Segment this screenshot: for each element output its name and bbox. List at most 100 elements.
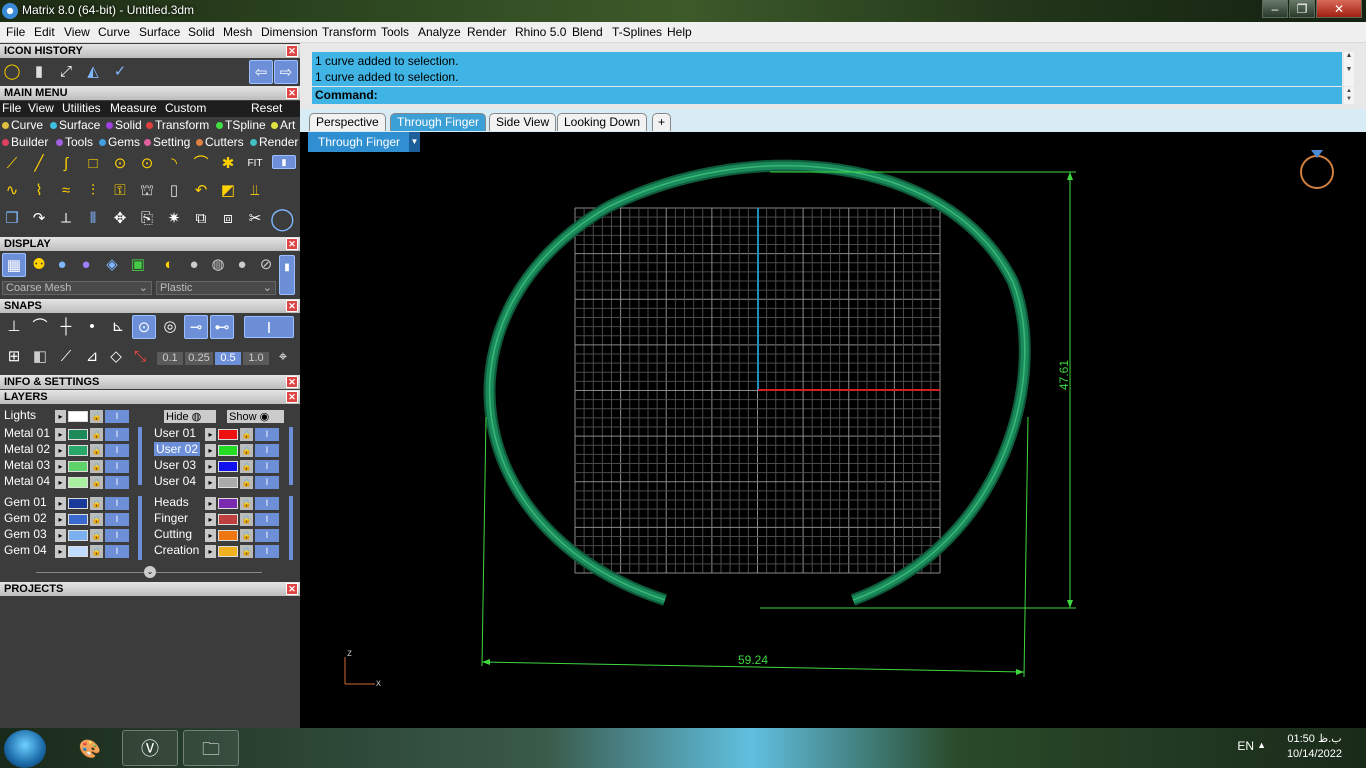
layer-controls[interactable]: ▸ 🔒 Ⅰ bbox=[205, 476, 285, 489]
layer-label[interactable]: Metal 03 bbox=[4, 458, 50, 472]
expand-icon[interactable]: ⌄ bbox=[144, 566, 156, 578]
history-back-icon[interactable]: ⇦ bbox=[249, 60, 273, 84]
snap-point-icon[interactable]: ┼ bbox=[54, 315, 78, 339]
snap-end-icon[interactable]: ⊥ bbox=[2, 315, 26, 339]
category-gems[interactable]: Gems bbox=[99, 135, 140, 149]
project-icon[interactable]: ◩ bbox=[216, 179, 240, 203]
category-render[interactable]: Render bbox=[250, 135, 298, 149]
ring-icon[interactable]: ◯ bbox=[270, 207, 295, 231]
category-builder[interactable]: Builder bbox=[2, 135, 48, 149]
explorer-app-icon[interactable]: 🗀 bbox=[183, 730, 239, 766]
blend-icon[interactable]: ⫶ bbox=[81, 179, 105, 203]
checkmark-icon[interactable]: ✓ bbox=[108, 60, 132, 84]
pen-icon[interactable]: ⟋ bbox=[54, 345, 78, 369]
env-icon[interactable]: ◈ bbox=[100, 253, 124, 277]
close-icon[interactable]: ✕ bbox=[286, 391, 298, 403]
circle-icon[interactable]: ◯ bbox=[0, 60, 24, 84]
gear-icon[interactable]: ✱ bbox=[216, 152, 240, 176]
history-scrollbar[interactable]: ▲ ▼ bbox=[1344, 52, 1354, 86]
ellipse-icon[interactable]: ⊙ bbox=[135, 152, 159, 176]
menu-dimension[interactable]: Dimension bbox=[261, 25, 318, 39]
chrome-material-icon[interactable]: ◍ bbox=[206, 253, 230, 277]
snap-perp-icon[interactable]: ⊾ bbox=[106, 315, 130, 339]
tab-side-view[interactable]: Side View bbox=[489, 113, 557, 131]
layer-controls[interactable]: ▸ 🔒 Ⅰ bbox=[205, 545, 285, 558]
paint-app-icon[interactable]: 🎨 bbox=[62, 730, 118, 766]
boxes-icon[interactable]: ❒ bbox=[0, 207, 24, 231]
page-icon[interactable]: ▮ bbox=[27, 60, 51, 84]
fit-icon[interactable]: FIT bbox=[243, 152, 267, 176]
shaded-icon[interactable]: ● bbox=[50, 253, 74, 277]
snap-value-3[interactable]: 1.0 bbox=[243, 352, 269, 365]
clock[interactable]: 01:50 ب.ظ 10/14/2022 bbox=[1287, 732, 1342, 762]
menu-mesh[interactable]: Mesh bbox=[223, 25, 252, 39]
layer-controls[interactable]: ▸ 🔒 Ⅰ bbox=[55, 545, 135, 558]
show-button[interactable]: Show ◉ bbox=[227, 410, 284, 423]
maximize-button[interactable]: ❐ bbox=[1289, 0, 1315, 18]
category-transform[interactable]: Transform bbox=[146, 118, 209, 132]
main-menu-custom[interactable]: Custom bbox=[165, 101, 206, 115]
explode-icon[interactable]: ✷ bbox=[162, 207, 186, 231]
split-icon[interactable]: ✂ bbox=[243, 207, 267, 231]
category-cutters[interactable]: Cutters bbox=[196, 135, 244, 149]
main-menu-file[interactable]: File bbox=[2, 101, 21, 115]
material-select[interactable]: Plastic ⌄ bbox=[156, 281, 276, 295]
minimize-button[interactable]: – bbox=[1262, 0, 1288, 18]
category-solid[interactable]: Solid bbox=[106, 118, 142, 132]
layer-label[interactable]: Metal 01 bbox=[4, 426, 50, 440]
close-button[interactable]: ✕ bbox=[1316, 0, 1362, 18]
snap-mid-icon[interactable]: • bbox=[80, 315, 104, 339]
layer-label[interactable]: User 02 bbox=[154, 442, 201, 456]
close-icon[interactable]: ✕ bbox=[286, 87, 298, 99]
matte-material-icon[interactable]: ● bbox=[230, 253, 254, 277]
layer-label[interactable]: Gem 03 bbox=[4, 527, 47, 541]
gold-material-icon[interactable]: ◐ bbox=[157, 253, 181, 277]
layer-controls[interactable]: ▸ 🔒 Ⅰ bbox=[55, 513, 135, 526]
layer-label[interactable]: Gem 01 bbox=[4, 495, 47, 509]
move-icon[interactable]: ✥ bbox=[108, 207, 132, 231]
align-icon[interactable]: ⫴ bbox=[81, 207, 105, 231]
shear-icon[interactable]: ⟂ bbox=[54, 207, 78, 231]
lights-layer[interactable]: ▸ 🔒 Ⅰ bbox=[55, 410, 135, 423]
layer-label[interactable]: Metal 02 bbox=[4, 442, 50, 456]
layer-label[interactable]: Cutting bbox=[154, 527, 192, 541]
main-menu-reset[interactable]: Reset bbox=[251, 101, 282, 115]
add-tab-button[interactable]: + bbox=[652, 113, 672, 131]
category-tools[interactable]: Tools bbox=[56, 135, 93, 149]
silver-material-icon[interactable]: ● bbox=[182, 253, 206, 277]
language-indicator[interactable]: EN bbox=[1237, 739, 1254, 753]
gem-icon[interactable]: ◭ bbox=[81, 60, 105, 84]
hide-button[interactable]: Hide ◍ bbox=[164, 410, 216, 423]
menu-surface[interactable]: Surface bbox=[139, 25, 180, 39]
menu-rhino[interactable]: Rhino 5.0 bbox=[515, 25, 566, 39]
rotate-icon[interactable]: ↷ bbox=[27, 207, 51, 231]
gumball-icon[interactable]: ⤡ bbox=[128, 345, 152, 369]
toggle-icon[interactable]: ▮ bbox=[272, 155, 296, 169]
menu-render[interactable]: Render bbox=[467, 25, 506, 39]
layer-label[interactable]: Finger bbox=[154, 511, 188, 525]
command-scrollbar[interactable]: ▲ ▼ bbox=[1344, 87, 1354, 104]
history-forward-icon[interactable]: ⇨ bbox=[274, 60, 298, 84]
lock-icon[interactable]: ⛫ bbox=[135, 179, 159, 203]
snap-near-icon[interactable]: ⌒ bbox=[28, 315, 52, 339]
scale-icon[interactable]: ⤢ bbox=[54, 60, 78, 84]
crosshair-icon[interactable]: ⌖ bbox=[271, 345, 295, 369]
menu-edit[interactable]: Edit bbox=[34, 25, 55, 39]
menu-tools[interactable]: Tools bbox=[381, 25, 409, 39]
snap-tan-icon[interactable]: ⊸ bbox=[184, 315, 208, 339]
snap-value-2[interactable]: 0.5 bbox=[215, 352, 241, 365]
rendered-icon[interactable]: ● bbox=[74, 253, 98, 277]
menu-curve[interactable]: Curve bbox=[98, 25, 130, 39]
viewport[interactable]: Through Finger ▼ 47.61 59.24 z x bbox=[308, 132, 1358, 720]
layer-controls[interactable]: ▸ 🔒 Ⅰ bbox=[55, 428, 135, 441]
offset-icon[interactable]: ≈ bbox=[54, 179, 78, 203]
copy-icon[interactable]: ⎘ bbox=[135, 207, 159, 231]
arc-icon[interactable]: ◝ bbox=[162, 152, 186, 176]
close-icon[interactable]: ✕ bbox=[286, 376, 298, 388]
polyline-icon[interactable]: ⟋ bbox=[0, 152, 24, 176]
layer-controls[interactable]: ▸ 🔒 Ⅰ bbox=[205, 497, 285, 510]
ghost-icon[interactable]: ⚉ bbox=[27, 253, 51, 277]
layer-label[interactable]: Creation bbox=[154, 543, 199, 557]
layer-controls[interactable]: ▸ 🔒 Ⅰ bbox=[55, 444, 135, 457]
planar-icon[interactable]: ◇ bbox=[104, 345, 128, 369]
